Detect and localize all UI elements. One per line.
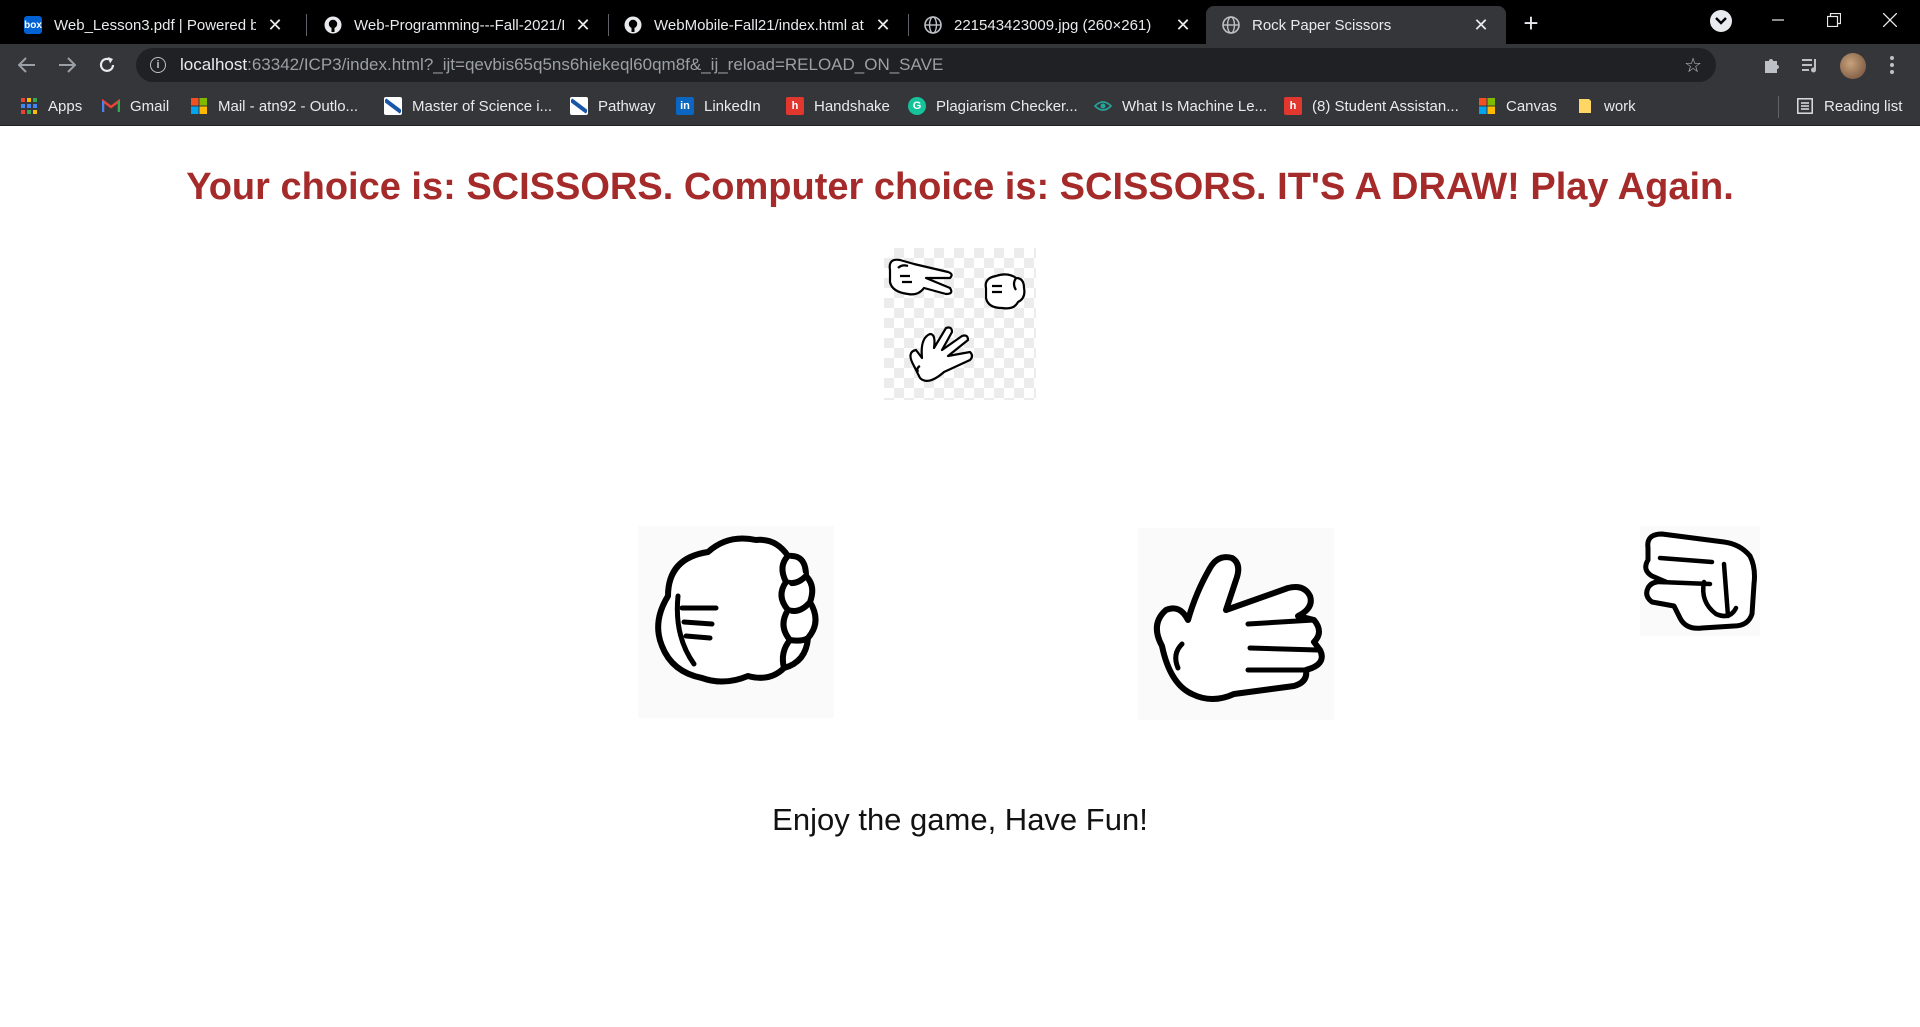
tab-strip: box Web_Lesson3.pdf | Powered by B ✕ Web…	[0, 0, 1920, 44]
paper-hand-icon	[1153, 554, 1325, 702]
github-icon	[624, 16, 642, 34]
tab-image-jpg[interactable]: 221543423009.jpg (260×261) ✕	[908, 6, 1208, 44]
reload-icon	[99, 57, 115, 72]
close-icon[interactable]: ✕	[1470, 14, 1492, 36]
handshake-icon: h	[786, 97, 804, 115]
more-menu-icon[interactable]	[1880, 53, 1904, 77]
paper-choice-button[interactable]	[1138, 528, 1334, 720]
microsoft-icon	[190, 97, 208, 115]
handshake-icon: h	[1284, 97, 1302, 115]
close-window-button[interactable]	[1870, 4, 1910, 36]
arrow-left-icon	[18, 57, 35, 73]
box-icon: box	[24, 16, 42, 34]
tab-title: WebMobile-Fall21/index.html at	[654, 16, 864, 34]
reload-button[interactable]	[92, 50, 122, 80]
bookmarks-bar: Apps Gmail Mail - atn92 - Outlo... Maste…	[0, 86, 1920, 126]
close-icon[interactable]: ✕	[1172, 14, 1194, 36]
tab-web-programming[interactable]: Web-Programming---Fall-2021/I ✕	[308, 6, 608, 44]
globe-icon	[1222, 16, 1240, 34]
footer-message: Enjoy the game, Have Fun!	[772, 802, 1148, 837]
url-text: localhost:63342/ICP3/index.html?_ijt=qev…	[180, 55, 944, 74]
bookmark-pathway[interactable]: Pathway	[570, 96, 656, 116]
bookmark-linkedin[interactable]: in LinkedIn	[676, 96, 761, 116]
bookmark-work[interactable]: work	[1576, 96, 1636, 116]
globe-icon	[924, 16, 942, 34]
tab-title: Web_Lesson3.pdf | Powered by B	[54, 16, 256, 34]
hands-illustration-icon	[888, 258, 1026, 382]
tab-webmobile[interactable]: WebMobile-Fall21/index.html at ✕	[608, 6, 908, 44]
rock-fist-icon	[655, 535, 819, 685]
flag-icon	[570, 97, 588, 115]
extensions-icon[interactable]	[1760, 53, 1784, 77]
arrow-right-icon	[59, 57, 76, 73]
scissors-choice-button[interactable]	[1640, 526, 1760, 636]
tab-title: Rock Paper Scissors	[1252, 16, 1392, 34]
minimize-icon	[1772, 19, 1784, 21]
bookmark-gmail[interactable]: Gmail	[102, 96, 169, 116]
forward-button[interactable]	[52, 50, 82, 80]
rock-choice-button[interactable]	[638, 526, 834, 718]
profile-avatar[interactable]	[1840, 53, 1866, 79]
media-queue-icon[interactable]	[1798, 53, 1822, 77]
grammarly-icon: G	[908, 97, 926, 115]
result-message: Your choice is: SCISSORS. Computer choic…	[186, 166, 1734, 208]
flag-icon	[384, 97, 402, 115]
browser-toolbar: i localhost:63342/ICP3/index.html?_ijt=q…	[0, 44, 1920, 86]
tab-title: 221543423009.jpg (260×261)	[954, 16, 1152, 34]
bookmark-plagiarism-checker[interactable]: G Plagiarism Checker...	[908, 96, 1078, 116]
reading-list-button[interactable]: Reading list	[1796, 96, 1902, 116]
gmail-icon	[102, 97, 120, 115]
bookmark-star-icon[interactable]: ☆	[1684, 53, 1702, 78]
tab-rock-paper-scissors[interactable]: Rock Paper Scissors ✕	[1206, 6, 1506, 44]
microsoft-icon	[1478, 97, 1496, 115]
bookmark-handshake[interactable]: h Handshake	[786, 96, 890, 116]
info-icon[interactable]: i	[150, 57, 166, 73]
restore-icon	[1827, 13, 1841, 27]
restore-button[interactable]	[1814, 4, 1854, 36]
linkedin-icon: in	[676, 97, 694, 115]
bookmark-canvas[interactable]: Canvas	[1478, 96, 1557, 116]
close-icon[interactable]: ✕	[872, 14, 894, 36]
close-icon	[1883, 13, 1897, 27]
page-content: Your choice is: SCISSORS. Computer choic…	[0, 126, 1920, 1027]
reading-list-icon	[1796, 97, 1814, 115]
rock-paper-scissors-banner-image	[884, 248, 1036, 400]
eye-icon	[1094, 97, 1112, 115]
chevron-down-icon	[1715, 17, 1727, 25]
folder-icon	[1576, 97, 1594, 115]
bookmark-master-of-science[interactable]: Master of Science i...	[384, 96, 552, 116]
bookmark-machine-learning[interactable]: What Is Machine Le...	[1094, 96, 1267, 116]
tab-search-button[interactable]	[1710, 10, 1732, 32]
apps-grid-icon	[20, 97, 38, 115]
bookmark-outlook-mail[interactable]: Mail - atn92 - Outlo...	[190, 96, 358, 116]
tab-web-lesson3[interactable]: box Web_Lesson3.pdf | Powered by B ✕	[8, 6, 300, 44]
minimize-button[interactable]	[1758, 4, 1798, 36]
back-button[interactable]	[12, 50, 42, 80]
address-bar[interactable]: i localhost:63342/ICP3/index.html?_ijt=q…	[136, 48, 1716, 82]
github-icon	[324, 16, 342, 34]
bookmark-student-assistant[interactable]: h (8) Student Assistan...	[1284, 96, 1459, 116]
tab-title: Web-Programming---Fall-2021/I	[354, 16, 564, 34]
scissors-hand-icon	[1643, 531, 1757, 631]
bookmark-apps[interactable]: Apps	[20, 96, 82, 116]
close-icon[interactable]: ✕	[572, 14, 594, 36]
close-icon[interactable]: ✕	[264, 14, 286, 36]
new-tab-button[interactable]: +	[1516, 8, 1546, 38]
